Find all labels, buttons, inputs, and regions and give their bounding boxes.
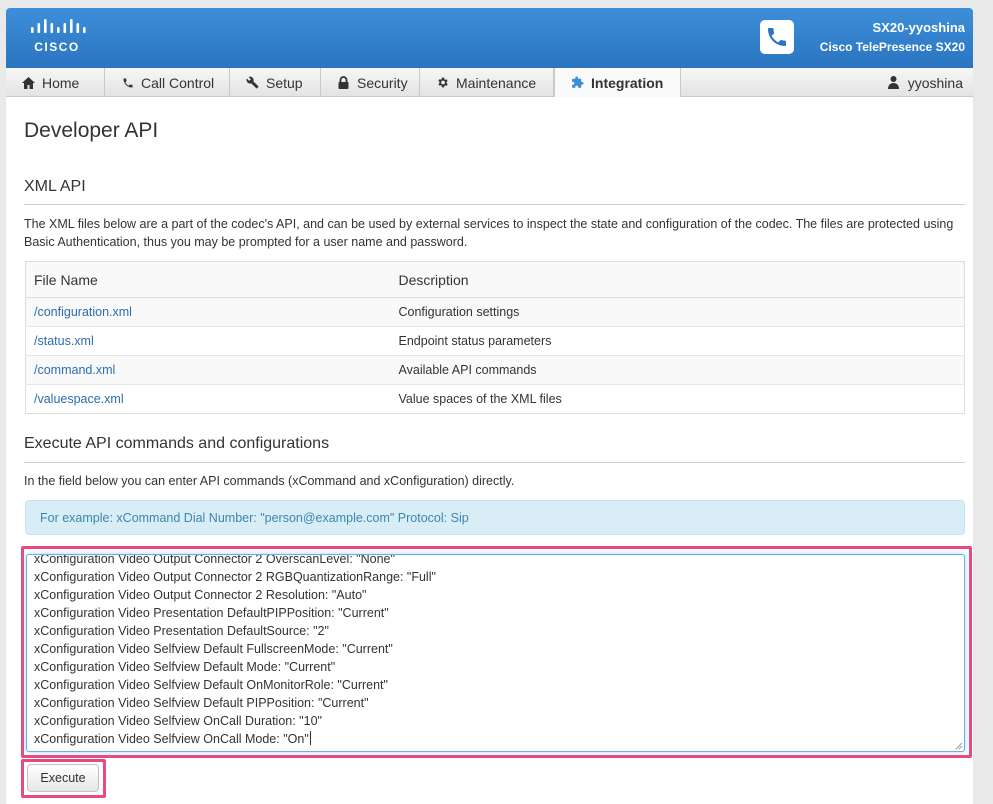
- divider: [24, 204, 965, 205]
- command-line: xConfiguration Video Output Connector 2 …: [34, 588, 367, 602]
- table-row: /valuespace.xml Value spaces of the XML …: [25, 384, 965, 414]
- nav-home-label: Home: [42, 74, 80, 91]
- xml-api-heading: XML API: [24, 178, 86, 195]
- phone-icon: [121, 76, 134, 89]
- command-line: xConfiguration Video Selfview OnCall Dur…: [34, 714, 322, 728]
- xml-files-table: File Name Description /configuration.xml…: [25, 261, 965, 414]
- execute-api-heading: Execute API commands and configurations: [24, 435, 330, 452]
- nav-home[interactable]: Home: [6, 68, 105, 97]
- divider: [24, 462, 965, 463]
- command-line: xConfiguration Video Presentation Defaul…: [34, 606, 389, 620]
- device-info: SX20-yyoshina Cisco TelePresence SX20: [820, 20, 965, 54]
- table-cell: Value spaces of the XML files: [390, 384, 965, 414]
- nav-setup-label: Setup: [266, 74, 303, 91]
- user-menu[interactable]: yyoshina: [887, 68, 963, 97]
- main-content: Developer API XML API The XML files belo…: [6, 97, 973, 804]
- wrench-icon: [246, 76, 259, 89]
- nav-setup[interactable]: Setup: [230, 68, 321, 97]
- nav-maintenance[interactable]: Maintenance: [420, 68, 554, 97]
- lock-icon: [337, 76, 350, 89]
- command-line: xConfiguration Video Selfview Default PI…: [34, 696, 369, 710]
- nav-security-label: Security: [357, 74, 408, 91]
- home-icon: [22, 76, 35, 89]
- nav-call-control-label: Call Control: [141, 74, 215, 91]
- page-title: Developer API: [24, 119, 159, 142]
- table-row: /configuration.xml Configuration setting…: [25, 297, 965, 327]
- command-line: xConfiguration Video Output Connector 2 …: [34, 570, 436, 584]
- text-cursor: [309, 731, 311, 745]
- column-header-description: Description: [390, 261, 965, 298]
- command-line: xConfiguration Video Selfview OnCall Mod…: [34, 732, 309, 746]
- nav-maintenance-label: Maintenance: [456, 74, 537, 91]
- configuration-xml-link[interactable]: /configuration.xml: [34, 305, 132, 319]
- command-line: xConfiguration Video Selfview Default On…: [34, 678, 388, 692]
- table-row: /command.xml Available API commands: [25, 355, 965, 385]
- cisco-logo: CISCO: [28, 18, 88, 60]
- gear-icon: [436, 76, 449, 89]
- device-model: Cisco TelePresence SX20: [819, 40, 965, 54]
- nav-call-control[interactable]: Call Control: [105, 68, 230, 97]
- table-header-row: File Name Description: [25, 261, 965, 298]
- nav-integration[interactable]: Integration: [554, 68, 681, 97]
- command-lines: xConfiguration Video Output Connector 2 …: [34, 554, 436, 748]
- phone-icon: [760, 20, 794, 54]
- xml-api-description: The XML files below are a part of the co…: [24, 217, 954, 249]
- example-alert: For example: xCommand Dial Number: "pers…: [25, 500, 965, 535]
- command-xml-link[interactable]: /command.xml: [34, 363, 115, 377]
- table-cell: Available API commands: [390, 355, 965, 385]
- app-header: CISCO SX20-yyoshina Cisco TelePresence S…: [6, 8, 973, 68]
- command-line: xConfiguration Video Selfview Default Fu…: [34, 642, 393, 656]
- table-cell: Endpoint status parameters: [390, 326, 965, 356]
- device-name: SX20-yyoshina: [872, 20, 966, 35]
- execute-button[interactable]: Execute: [27, 764, 99, 792]
- table-cell: Configuration settings: [390, 297, 965, 327]
- user-icon: [887, 76, 900, 89]
- command-textarea[interactable]: xConfiguration Video Output Connector 2 …: [26, 554, 965, 752]
- nav-security[interactable]: Security: [321, 68, 420, 97]
- puzzle-icon: [571, 76, 584, 89]
- execute-api-description: In the field below you can enter API com…: [24, 474, 515, 488]
- command-line: xConfiguration Video Selfview Default Mo…: [34, 660, 336, 674]
- status-xml-link[interactable]: /status.xml: [34, 334, 94, 348]
- valuespace-xml-link[interactable]: /valuespace.xml: [34, 392, 124, 406]
- table-row: /status.xml Endpoint status parameters: [25, 326, 965, 356]
- command-line-last: xConfiguration Video Selfview OnCall Mod…: [34, 730, 436, 748]
- main-nav: Home Call Control Setup Security Mainten…: [6, 68, 973, 97]
- resize-grip-icon[interactable]: [954, 741, 963, 750]
- logo-text: CISCO: [34, 40, 80, 54]
- command-line: xConfiguration Video Presentation Defaul…: [34, 624, 329, 638]
- command-line: xConfiguration Video Output Connector 2 …: [34, 554, 395, 566]
- user-name: yyoshina: [907, 74, 963, 91]
- nav-integration-label: Integration: [591, 74, 664, 91]
- column-header-file-name: File Name: [25, 261, 391, 298]
